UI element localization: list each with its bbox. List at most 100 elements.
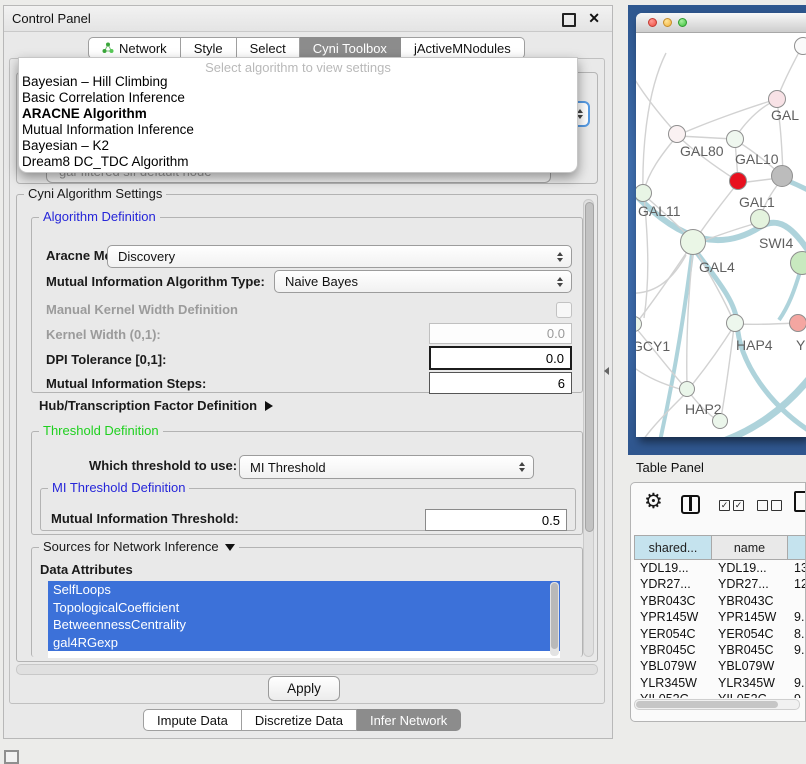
tab-jactivemnodules[interactable]: jActiveMNodules [401, 37, 525, 59]
panel-title: Control Panel [12, 11, 91, 26]
algorithm-option-dream8-dc-tdc-algorithm[interactable]: Dream8 DC_TDC Algorithm [19, 154, 577, 170]
scrollbar-thumb[interactable] [585, 202, 594, 532]
network-node-y[interactable] [789, 314, 806, 332]
table-row[interactable]: YPR145WYPR145W9. [634, 609, 806, 625]
data-attribute-betweennesscentrality[interactable]: BetweennessCentrality [48, 616, 560, 634]
sources-title[interactable]: Sources for Network Inference [39, 539, 239, 554]
close-icon[interactable] [588, 10, 600, 27]
table-cell: YBL079W [634, 658, 712, 674]
network-node-gal1[interactable] [729, 172, 747, 190]
collapse-down-icon[interactable] [225, 544, 235, 551]
cyni-algorithm-settings-group: Cyni Algorithm Settings Algorithm Defini… [16, 194, 598, 662]
table-cell: YPR145W [712, 609, 788, 625]
node-label-gal4: GAL4 [699, 259, 735, 275]
algorithm-option-mutual-information-inference[interactable]: Mutual Information Inference [19, 122, 577, 138]
table-row[interactable]: YDL19...YDL19...13 [634, 560, 806, 576]
zoom-traffic-light-icon[interactable] [678, 18, 687, 27]
kernel-width-input[interactable] [429, 323, 572, 344]
network-canvas[interactable]: GALGAL80GAL10GAL1GAL11SWI4GAL4GCY1HAP4YH… [636, 33, 806, 437]
which-threshold-label: Which threshold to use: [89, 458, 237, 474]
column-header-clipped[interactable] [788, 535, 806, 560]
mi-threshold-input[interactable] [425, 509, 567, 531]
network-node[interactable] [771, 165, 793, 187]
node-label-hap2: HAP2 [685, 401, 722, 417]
data-attribute-gal4rgexp[interactable]: gal4RGexp [48, 634, 560, 652]
which-threshold-value: MI Threshold [240, 460, 514, 475]
network-node-gal10[interactable] [726, 130, 744, 148]
table-row[interactable]: YER054CYER054C8. [634, 626, 806, 642]
which-threshold-combo[interactable]: MI Threshold [239, 455, 534, 479]
table-row[interactable]: YLR345WYLR345W9. [634, 675, 806, 691]
new-table-icon[interactable] [794, 491, 806, 512]
tab-impute-data[interactable]: Impute Data [143, 709, 242, 731]
table-row[interactable]: YBR045CYBR045C9. [634, 642, 806, 658]
algorithm-option-bayesian-k2[interactable]: Bayesian – K2 [19, 138, 577, 154]
network-node-hap4[interactable] [726, 314, 744, 332]
dpi-tolerance-label: DPI Tolerance [0,1]: [46, 352, 166, 368]
network-node-gal4[interactable] [680, 229, 706, 255]
mi-type-combo[interactable]: Naive Bayes [274, 270, 572, 293]
algorithm-option-aracne-algorithm[interactable]: ARACNE Algorithm [19, 106, 577, 122]
attributes-scrollbar[interactable] [550, 582, 559, 656]
network-node[interactable] [794, 37, 806, 55]
mi-steps-label: Mutual Information Steps: [46, 376, 206, 392]
settings-horizontal-scrollbar[interactable] [16, 664, 598, 675]
network-node-hap2[interactable] [679, 381, 695, 397]
tab-discretize-data[interactable]: Discretize Data [242, 709, 357, 731]
tab-label: Impute Data [157, 713, 228, 728]
column-header-shared-name[interactable]: shared... [634, 535, 712, 560]
apply-button[interactable]: Apply [268, 676, 340, 701]
scrollbar-thumb[interactable] [636, 701, 778, 708]
show-columns-icon[interactable] [719, 500, 744, 511]
threshold-definition-title: Threshold Definition [39, 423, 163, 438]
expand-right-icon[interactable] [265, 401, 273, 411]
table-horizontal-scrollbar[interactable] [634, 699, 800, 710]
algorithm-popup: Select algorithm to view settingsBayesia… [18, 57, 578, 173]
tab-label: Discretize Data [255, 713, 343, 728]
data-attribute-selfloops[interactable]: SelfLoops [48, 581, 560, 599]
algorithm-option-basic-correlation-inference[interactable]: Basic Correlation Inference [19, 90, 577, 106]
sources-group: Sources for Network Inference Data Attri… [31, 547, 583, 657]
table-cell: YBR043C [712, 593, 788, 609]
table-row[interactable]: YBR043CYBR043C [634, 593, 806, 609]
apply-label: Apply [287, 681, 321, 696]
columns-icon[interactable] [681, 495, 700, 514]
top-tab-bar: NetworkStyleSelectCyni ToolboxjActiveMNo… [88, 37, 525, 59]
tab-style[interactable]: Style [181, 37, 237, 59]
tab-infer-network[interactable]: Infer Network [357, 709, 461, 731]
tab-select[interactable]: Select [237, 37, 300, 59]
data-attributes-list[interactable]: SelfLoopsTopologicalCoefficientBetweenne… [48, 581, 560, 658]
algorithm-option-bayesian-hill-climbing[interactable]: Bayesian – Hill Climbing [19, 74, 577, 90]
column-header-name[interactable]: name [712, 535, 788, 560]
unchecked-box-icon [771, 500, 782, 511]
network-node-swi4[interactable] [750, 209, 770, 229]
table-row[interactable]: YIL052CYIL052C9 [634, 691, 806, 698]
dpi-tolerance-input[interactable] [429, 346, 572, 370]
table-cell: 12 [788, 576, 806, 592]
hub-definition-section[interactable]: Hub/Transcription Factor Definition [39, 398, 273, 414]
close-traffic-light-icon[interactable] [648, 18, 657, 27]
table-row[interactable]: YBL079WYBL079W [634, 658, 806, 674]
network-node-gal80[interactable] [668, 125, 686, 143]
node-label-gal10: GAL10 [735, 151, 779, 167]
table-row[interactable]: YDR27...YDR27...12 [634, 576, 806, 592]
minimize-traffic-light-icon[interactable] [663, 18, 672, 27]
gear-icon[interactable]: ⚙ [644, 489, 663, 514]
mi-steps-input[interactable] [429, 372, 572, 394]
table-cell [788, 658, 806, 674]
network-window-titlebar[interactable] [636, 13, 806, 33]
panel-divider-collapse-icon[interactable] [604, 367, 609, 375]
table-cell: 9. [788, 675, 806, 691]
tab-cyni-toolbox[interactable]: Cyni Toolbox [300, 37, 401, 59]
float-window-icon[interactable] [562, 13, 576, 27]
hide-columns-icon[interactable] [757, 500, 782, 511]
network-node-gal[interactable] [768, 90, 786, 108]
manual-kernel-checkbox[interactable] [556, 302, 572, 318]
data-attribute-topologicalcoefficient[interactable]: TopologicalCoefficient [48, 599, 560, 617]
aracne-mode-combo[interactable]: Discovery [107, 245, 572, 268]
unchecked-box-icon [757, 500, 768, 511]
network-view-panel: GALGAL80GAL10GAL1GAL11SWI4GAL4GCY1HAP4YH… [628, 5, 806, 455]
tab-network[interactable]: Network [88, 37, 181, 59]
settings-vertical-scrollbar[interactable] [583, 199, 594, 657]
scrollbar-thumb[interactable] [551, 583, 558, 649]
